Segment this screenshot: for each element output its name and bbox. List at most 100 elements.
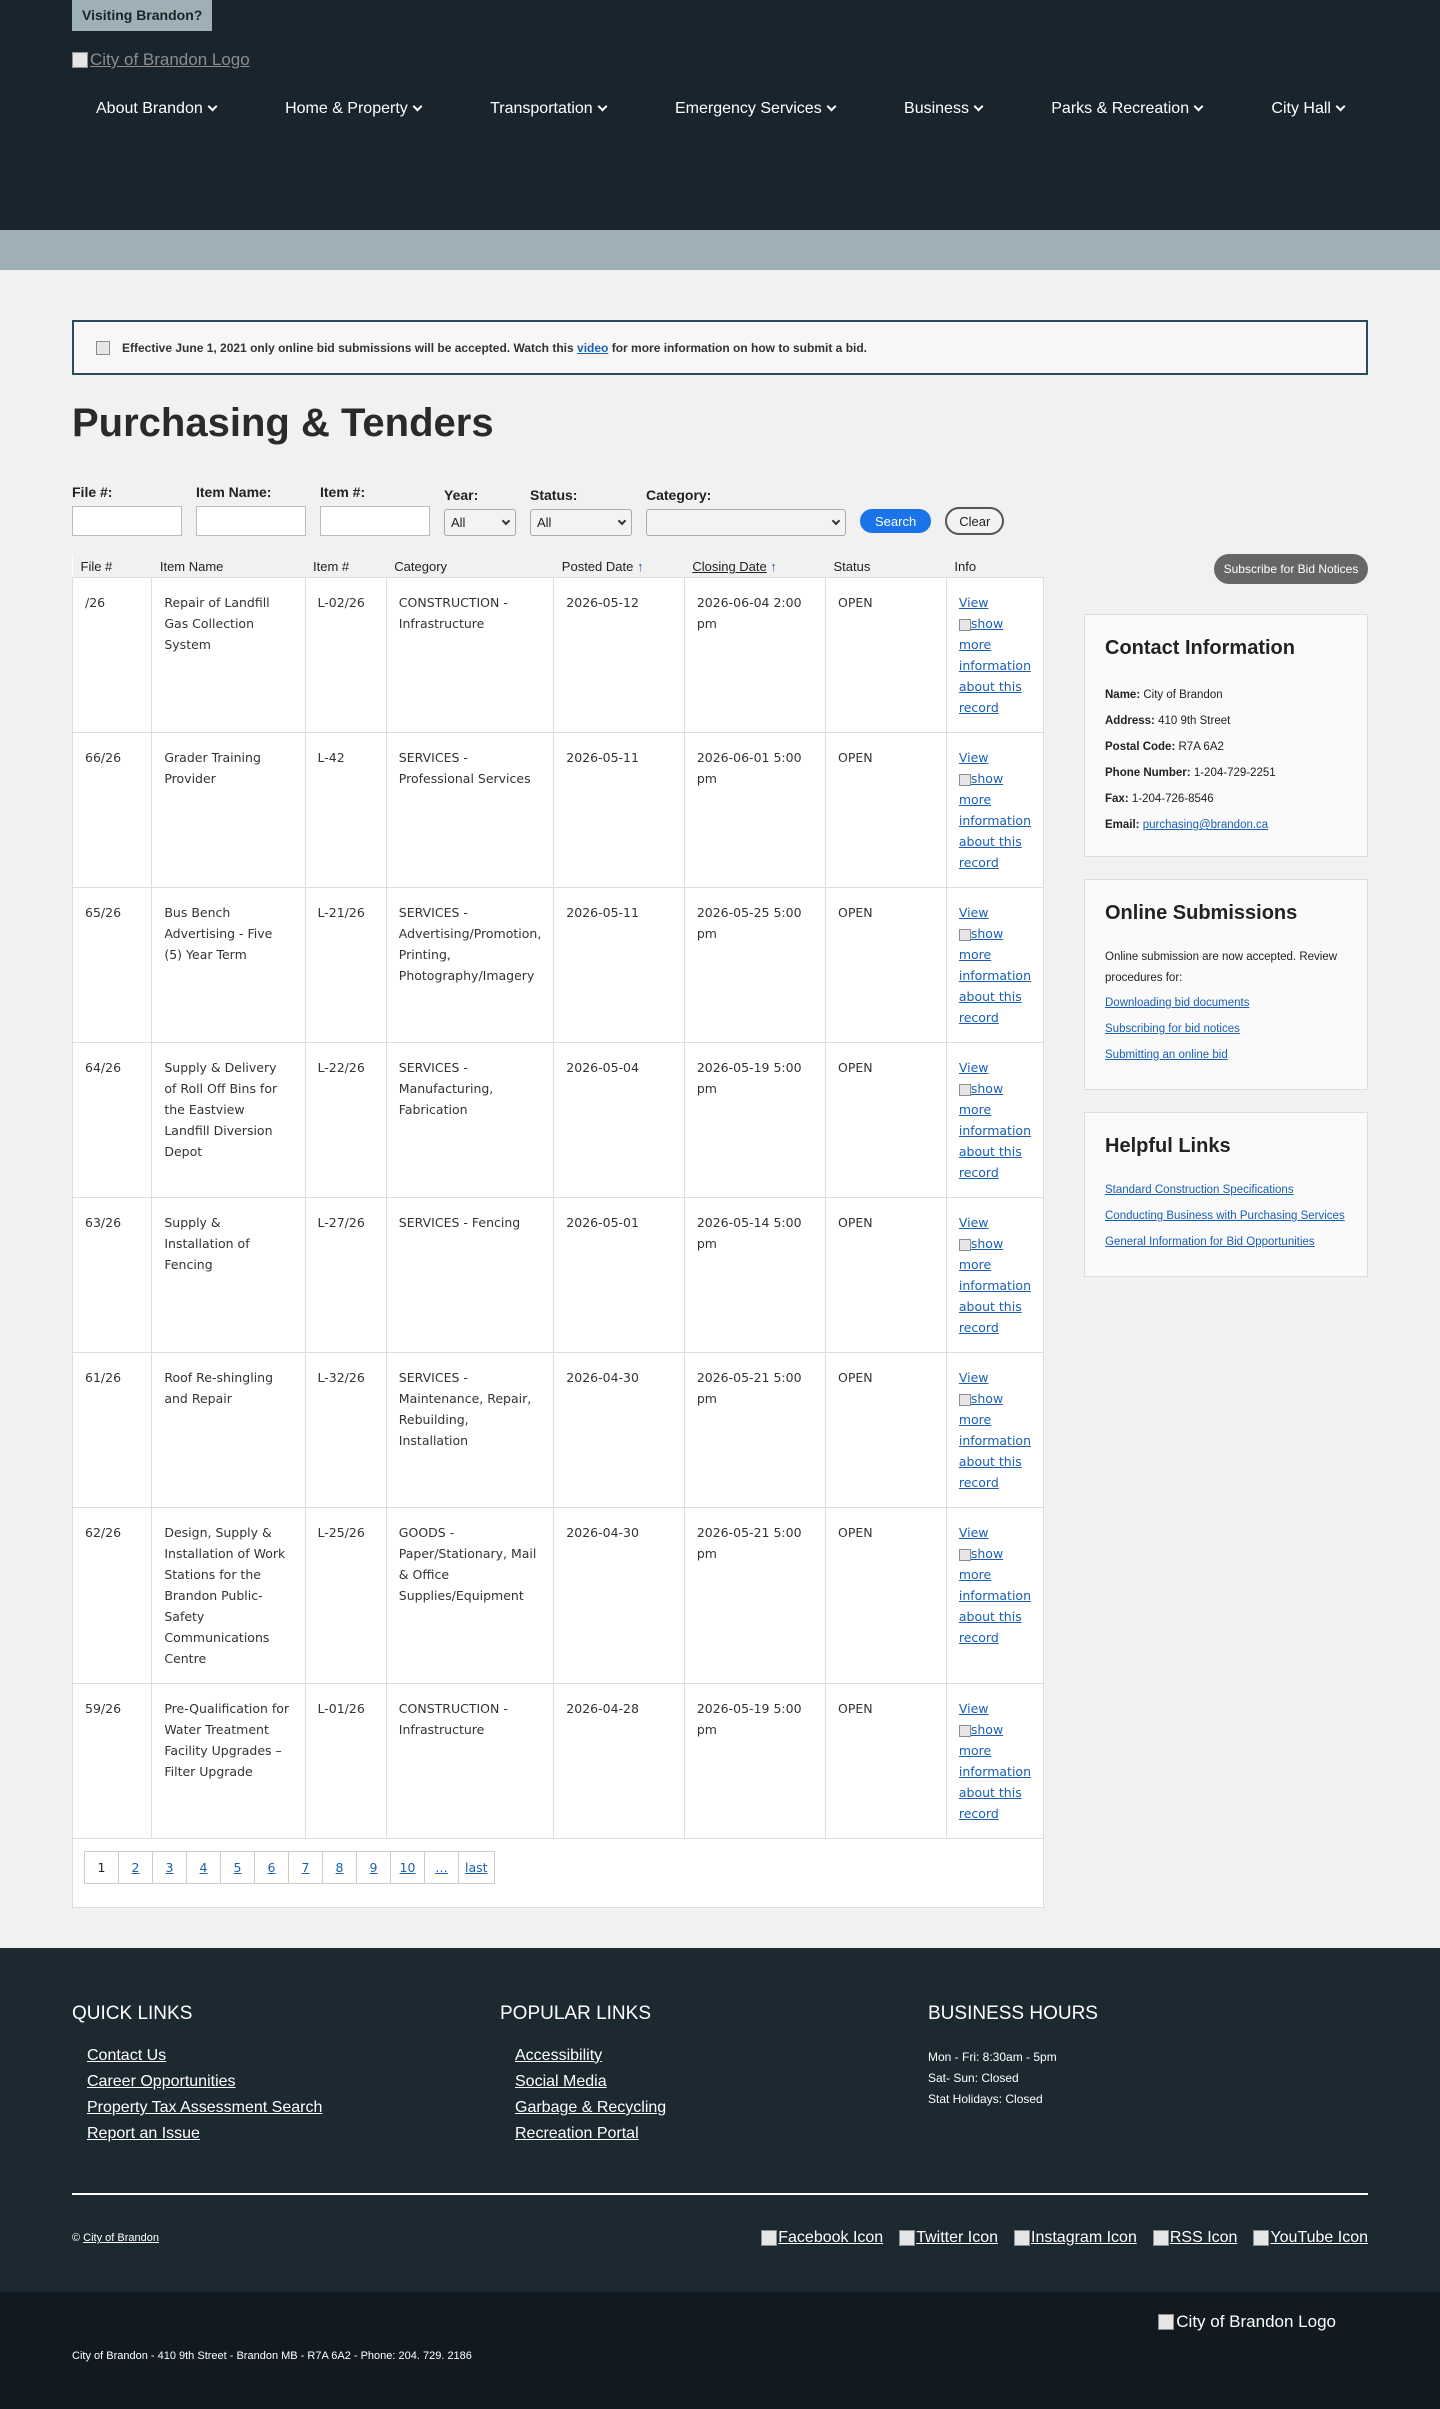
view-link[interactable]: View [959,1367,1031,1388]
sort-arrow-icon[interactable]: ↑ [637,559,644,574]
cell-file: 59/26 [71,1683,153,1839]
view-link[interactable]: View [959,1057,1031,1078]
view-link[interactable]: View [959,1212,1031,1233]
copyright-link[interactable]: City of Brandon [83,2232,159,2244]
year-select[interactable]: All [444,509,516,536]
page-link[interactable]: 8 [322,1851,357,1884]
file-number-input[interactable] [72,506,182,536]
status-select[interactable]: All [530,509,632,536]
view-link[interactable]: View [959,1698,1031,1719]
page-link[interactable]: 7 [288,1851,323,1884]
col-item-number: Item # [305,554,387,578]
video-link[interactable]: video [577,341,608,355]
content-row: File # Item Name Item # Category Posted … [71,554,1368,1908]
cell-status: OPEN [824,887,947,1043]
fax-label: Fax: [1105,793,1129,805]
instagram-link[interactable]: Instagram Icon [1014,2229,1137,2247]
item-name-label: Item Name: [196,484,272,500]
contact-title: Contact Information [1105,637,1295,659]
page-link[interactable]: 4 [186,1851,221,1884]
subscribing-bid-notices-link[interactable]: Subscribing for bid notices [1105,1019,1347,1040]
social-media-link[interactable]: Social Media [515,2073,928,2091]
contact-postal: Postal Code: R7A 6A2 [1105,734,1347,760]
page-link[interactable]: 3 [152,1851,187,1884]
youtube-link[interactable]: YouTube Icon [1253,2229,1368,2247]
nav-transportation[interactable]: Transportation [490,100,608,118]
show-more-info-link[interactable]: show more information about this record [958,1388,1031,1493]
property-tax-link[interactable]: Property Tax Assessment Search [87,2099,500,2117]
table-row: 59/26 Pre-Qualification for Water Treatme… [71,1683,1045,1839]
nav-home-property[interactable]: Home & Property [285,100,423,118]
show-more-info-link[interactable]: show more information about this record [958,1543,1031,1648]
twitter-link[interactable]: Twitter Icon [899,2229,998,2247]
nav-label: City Hall [1271,100,1331,117]
sort-arrow-icon[interactable]: ↑ [770,559,777,574]
page-link[interactable]: 6 [254,1851,289,1884]
accessibility-link[interactable]: Accessibility [515,2047,928,2065]
nav-city-hall[interactable]: City Hall [1271,100,1346,118]
subscribe-bid-notices-button[interactable]: Subscribe for Bid Notices [1214,554,1368,584]
col-posted-date[interactable]: Posted Date ↑ [553,554,685,578]
category-select[interactable] [646,509,846,536]
submitting-online-bid-link[interactable]: Submitting an online bid [1105,1045,1347,1066]
downloading-bid-documents-link[interactable]: Downloading bid documents [1105,993,1347,1014]
city-logo[interactable]: City of Brandon Logo [72,50,250,70]
page-link[interactable]: … [424,1851,459,1884]
col-status: Status [825,554,947,578]
chevron-down-icon [412,101,423,112]
page-link[interactable]: 1 [84,1851,119,1884]
view-link[interactable]: View [959,1522,1031,1543]
sidebar-column: Subscribe for Bid Notices Contact Inform… [1084,554,1368,1908]
col-closing-date[interactable]: Closing Date ↑ [684,554,826,578]
facebook-link[interactable]: Facebook Icon [761,2229,883,2247]
show-more-info-link[interactable]: show more information about this record [958,613,1031,718]
helpful-links-card: Helpful Links Standard Construction Spec… [1084,1112,1368,1277]
year-filter: Year: All [444,487,516,536]
cell-closing: 2026-05-14 5:00 pm [683,1197,826,1353]
contact-us-link[interactable]: Contact Us [87,2047,500,2065]
table-row: 64/26 Supply & Delivery of Roll Off Bins … [71,1042,1045,1198]
hours-holidays: Stat Holidays: Closed [928,2092,1043,2106]
show-more-info-link[interactable]: show more information about this record [958,768,1031,873]
search-button[interactable]: Search [860,509,932,533]
show-more-info-link[interactable]: show more information about this record [958,1719,1031,1824]
view-link[interactable]: View [959,747,1031,768]
popular-links: POPULAR LINKS Accessibility Social Media… [500,2003,928,2151]
show-more-info-link[interactable]: show more information about this record [958,1233,1032,1338]
page-link[interactable]: 5 [220,1851,255,1884]
view-link[interactable]: View [959,592,1031,613]
nav-business[interactable]: Business [904,100,984,118]
more-info-alt-text: show more information about this record [958,1236,1032,1335]
nav-emergency-services[interactable]: Emergency Services [675,100,837,118]
cell-posted: 2026-05-12 [553,577,685,733]
email-link[interactable]: purchasing@brandon.ca [1143,819,1268,831]
general-info-link[interactable]: General Information for Bid Opportunitie… [1105,1232,1347,1253]
show-more-info-link[interactable]: show more information about this record [958,923,1031,1028]
nav-about-brandon[interactable]: About Brandon [96,100,218,118]
nav-parks-recreation[interactable]: Parks & Recreation [1051,100,1204,118]
clear-button[interactable]: Clear [945,507,1005,535]
rss-link[interactable]: RSS Icon [1152,2229,1237,2247]
page-link[interactable]: 2 [118,1851,153,1884]
recreation-portal-link[interactable]: Recreation Portal [515,2125,928,2143]
show-more-info-link[interactable]: show more information about this record [958,1078,1031,1183]
cell-category: SERVICES - Advertising/Promotion, Printi… [385,887,555,1043]
cell-status: OPEN [824,1507,947,1684]
construction-specs-link[interactable]: Standard Construction Specifications [1105,1180,1347,1201]
garbage-recycling-link[interactable]: Garbage & Recycling [515,2099,928,2117]
cell-posted: 2026-05-04 [553,1042,685,1198]
page-link[interactable]: 10 [390,1851,425,1884]
category-filter: Category: [646,487,846,536]
chevron-down-icon [501,516,511,525]
cell-closing: 2026-06-04 2:00 pm [683,577,826,733]
visiting-brandon-button[interactable]: Visiting Brandon? [72,0,213,31]
career-opportunities-link[interactable]: Career Opportunities [87,2073,500,2091]
page-link[interactable]: 9 [356,1851,391,1884]
conducting-business-link[interactable]: Conducting Business with Purchasing Serv… [1105,1206,1347,1227]
page-link[interactable]: last [458,1851,495,1884]
item-number-input[interactable] [320,506,430,536]
view-link[interactable]: View [959,902,1031,923]
item-name-input[interactable] [196,506,306,536]
cell-category: SERVICES - Maintenance, Repair, Rebuildi… [385,1352,555,1508]
report-issue-link[interactable]: Report an Issue [87,2125,500,2143]
